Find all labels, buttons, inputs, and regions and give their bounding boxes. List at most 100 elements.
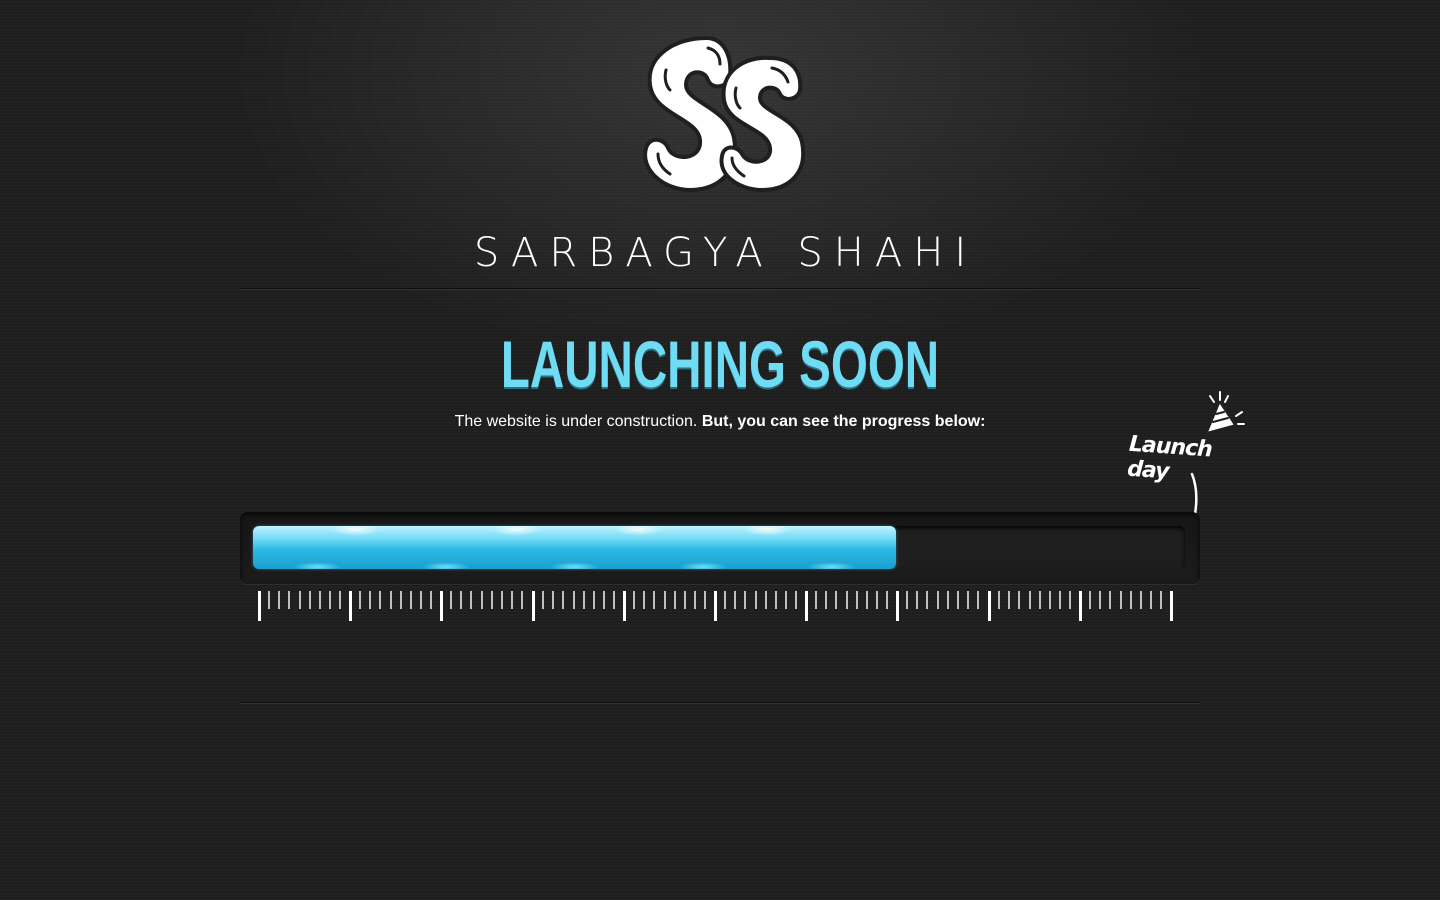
progress-ruler	[258, 588, 1182, 624]
ruler-minor-tick	[1039, 591, 1041, 609]
ruler-major-tick	[714, 591, 717, 621]
ruler-minor-tick	[947, 591, 949, 609]
launching-soon-heading: LAUNCHING SOON	[500, 327, 940, 401]
ruler-minor-tick	[1029, 591, 1031, 609]
ruler-minor-tick	[491, 591, 493, 609]
ruler-minor-tick	[846, 591, 848, 609]
ruler-minor-tick	[856, 591, 858, 609]
ruler-minor-tick	[694, 591, 696, 609]
ruler-minor-tick	[876, 591, 878, 609]
ruler-major-tick	[440, 591, 443, 621]
ruler-minor-tick	[785, 591, 787, 609]
ruler-minor-tick	[825, 591, 827, 609]
ruler-minor-tick	[339, 591, 341, 609]
ruler-major-tick	[623, 591, 626, 621]
ruler-minor-tick	[653, 591, 655, 609]
ruler-minor-tick	[470, 591, 472, 609]
ruler-minor-tick	[1099, 591, 1101, 609]
ruler-minor-tick	[542, 591, 544, 609]
party-hat-icon	[1208, 391, 1245, 432]
subtitle-bold: But, you can see the progress below:	[701, 413, 986, 430]
ruler-minor-tick	[926, 591, 928, 609]
progress-track-inner	[253, 526, 1185, 569]
ruler-minor-tick	[460, 591, 462, 609]
ruler-minor-tick	[511, 591, 513, 609]
ruler-major-tick	[349, 591, 352, 621]
site-name: SARBAGYA SHAHI	[473, 230, 978, 276]
ruler-minor-tick	[583, 591, 585, 609]
ruler-minor-tick	[795, 591, 797, 609]
ruler-minor-tick	[521, 591, 523, 609]
ruler-minor-tick	[704, 591, 706, 609]
ruler-minor-tick	[501, 591, 503, 609]
ruler-minor-tick	[1150, 591, 1152, 609]
ruler-minor-tick	[430, 591, 432, 609]
ruler-minor-tick	[674, 591, 676, 609]
top-divider	[240, 288, 1200, 290]
ruler-minor-tick	[319, 591, 321, 609]
ruler-minor-tick	[481, 591, 483, 609]
ruler-minor-tick	[613, 591, 615, 609]
logo	[643, 36, 806, 192]
ruler-minor-tick	[744, 591, 746, 609]
bottom-divider	[240, 702, 1200, 704]
ruler-minor-tick	[390, 591, 392, 609]
ruler-major-tick	[258, 591, 261, 621]
ruler-minor-tick	[309, 591, 311, 609]
ruler-minor-tick	[815, 591, 817, 609]
ruler-major-tick	[1079, 591, 1082, 621]
ruler-minor-tick	[998, 591, 1000, 609]
subtitle-plain: The website is under construction.	[454, 413, 698, 430]
ruler-minor-tick	[299, 591, 301, 609]
ruler-major-tick	[532, 591, 535, 621]
ruler-minor-tick	[593, 591, 595, 609]
progress-bar	[240, 512, 1200, 584]
ruler-minor-tick	[977, 591, 979, 609]
ruler-major-tick	[1170, 591, 1173, 621]
launch-day-label: Launch day	[1126, 431, 1213, 485]
ruler-minor-tick	[967, 591, 969, 609]
ruler-minor-tick	[329, 591, 331, 609]
ruler-minor-tick	[379, 591, 381, 609]
ruler-minor-tick	[916, 591, 918, 609]
progress-fill	[253, 526, 896, 569]
ruler-minor-tick	[643, 591, 645, 609]
ruler-minor-tick	[684, 591, 686, 609]
ruler-minor-tick	[1109, 591, 1111, 609]
ruler-minor-tick	[765, 591, 767, 609]
ruler-minor-tick	[1120, 591, 1122, 609]
ruler-minor-tick	[573, 591, 575, 609]
ruler-minor-tick	[1160, 591, 1162, 609]
ruler-minor-tick	[775, 591, 777, 609]
ruler-minor-tick	[1069, 591, 1071, 609]
ruler-minor-tick	[400, 591, 402, 609]
ruler-major-tick	[988, 591, 991, 621]
ruler-minor-tick	[664, 591, 666, 609]
ruler-minor-tick	[278, 591, 280, 609]
ruler-minor-tick	[552, 591, 554, 609]
ruler-minor-tick	[1008, 591, 1010, 609]
ruler-minor-tick	[937, 591, 939, 609]
ruler-minor-tick	[288, 591, 290, 609]
ruler-minor-tick	[562, 591, 564, 609]
ruler-minor-tick	[1018, 591, 1020, 609]
ruler-minor-tick	[906, 591, 908, 609]
ruler-minor-tick	[957, 591, 959, 609]
ruler-minor-tick	[603, 591, 605, 609]
ruler-minor-tick	[866, 591, 868, 609]
ruler-major-tick	[896, 591, 899, 621]
ruler-minor-tick	[268, 591, 270, 609]
ruler-minor-tick	[724, 591, 726, 609]
ruler-minor-tick	[1049, 591, 1051, 609]
ruler-minor-tick	[450, 591, 452, 609]
ruler-minor-tick	[835, 591, 837, 609]
ruler-major-tick	[805, 591, 808, 621]
ruler-minor-tick	[734, 591, 736, 609]
ruler-minor-tick	[755, 591, 757, 609]
ruler-minor-tick	[359, 591, 361, 609]
ruler-minor-tick	[1059, 591, 1061, 609]
ruler-minor-tick	[1140, 591, 1142, 609]
ruler-minor-tick	[1089, 591, 1091, 609]
ruler-minor-tick	[420, 591, 422, 609]
ruler-minor-tick	[1130, 591, 1132, 609]
